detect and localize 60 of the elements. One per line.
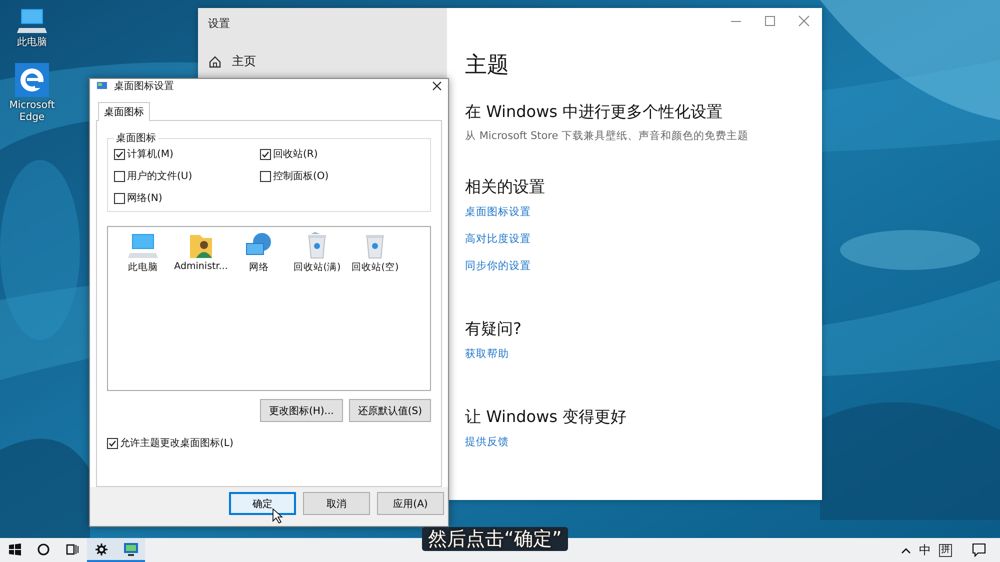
desktop-icon-label[interactable]: Microsoft Edge: [4, 100, 60, 124]
page-heading: 主题: [465, 52, 510, 80]
checkbox-label: 计算机(M): [127, 148, 174, 161]
dialog-button[interactable]: 应用(A): [377, 492, 444, 515]
checkbox-label: 网络(N): [127, 192, 162, 205]
icon-label[interactable]: 此电脑: [128, 261, 158, 274]
settings-link[interactable]: 提供反馈: [465, 435, 509, 449]
task-view-icon: [66, 542, 79, 556]
browser-icon: [15, 63, 49, 97]
checkbox[interactable]: [260, 170, 271, 182]
checkbox[interactable]: [114, 170, 125, 182]
computer-icon: [126, 231, 160, 259]
settings-link[interactable]: 同步你的设置: [465, 259, 531, 273]
settings-icon: [95, 542, 108, 556]
window-title: 设置: [208, 16, 231, 31]
tab[interactable]: 桌面图标: [98, 102, 150, 121]
home-icon: [208, 54, 222, 68]
input-mode-indicator[interactable]: 中: [919, 542, 931, 558]
section-heading: 相关的设置: [465, 177, 545, 198]
checkbox[interactable]: [107, 438, 118, 448]
dialog-icon: [96, 80, 108, 92]
dialog-button[interactable]: 更改图标(H)...: [260, 399, 343, 422]
checkbox-label: 用户的文件(U): [127, 170, 192, 183]
dialog-button[interactable]: 还原默认值(S): [348, 399, 431, 422]
close-icon: [432, 81, 442, 91]
cursor-icon: [272, 508, 283, 524]
section-heading: 有疑问?: [465, 319, 522, 340]
desktop-icon-label[interactable]: 此电脑: [17, 37, 47, 49]
icon-label[interactable]: 回收站(满): [293, 261, 341, 274]
settings-link[interactable]: 获取帮助: [465, 347, 509, 361]
dialog-button[interactable]: 确定: [229, 492, 296, 515]
maximize-icon: [764, 15, 776, 27]
checkbox-label: 回收站(R): [273, 148, 318, 161]
monitor-icon: [122, 542, 138, 556]
taskbar-button[interactable]: [87, 538, 116, 562]
icon-label[interactable]: Administr...: [174, 261, 228, 272]
circle-icon: [37, 542, 50, 556]
icon-label[interactable]: 回收站(空): [351, 261, 399, 274]
section-heading: 在 Windows 中进行更多个性化设置: [465, 102, 723, 123]
dialog-button[interactable]: 取消: [303, 492, 370, 515]
settings-link[interactable]: 桌面图标设置: [465, 205, 531, 219]
close-icon: [798, 15, 810, 27]
chevron-up-icon: [901, 546, 911, 554]
checkbox-label: 控制面板(O): [273, 170, 329, 183]
video-subtitle: 然后点击“确定”: [422, 527, 568, 551]
checkbox[interactable]: [114, 192, 125, 204]
checkbox[interactable]: [260, 148, 271, 160]
ime-indicator[interactable]: 拼: [939, 544, 952, 556]
computer-icon: [15, 6, 49, 34]
checkbox[interactable]: [114, 148, 125, 160]
dialog-title: 桌面图标设置: [114, 80, 175, 93]
group-title: 桌面图标: [115, 132, 157, 145]
settings-link[interactable]: 高对比度设置: [465, 232, 531, 246]
section-description: 从 Microsoft Store 下载兼具壁纸、声音和颜色的免费主题: [465, 129, 749, 143]
icon-label[interactable]: 网络: [249, 261, 269, 274]
home-nav-item[interactable]: 主页: [208, 53, 437, 70]
checkbox-label: 允许主题更改桌面图标(L): [120, 436, 234, 450]
notification-icon: [972, 543, 986, 557]
section-heading: 让 Windows 变得更好: [465, 407, 627, 428]
windows-start-icon: [8, 542, 22, 556]
